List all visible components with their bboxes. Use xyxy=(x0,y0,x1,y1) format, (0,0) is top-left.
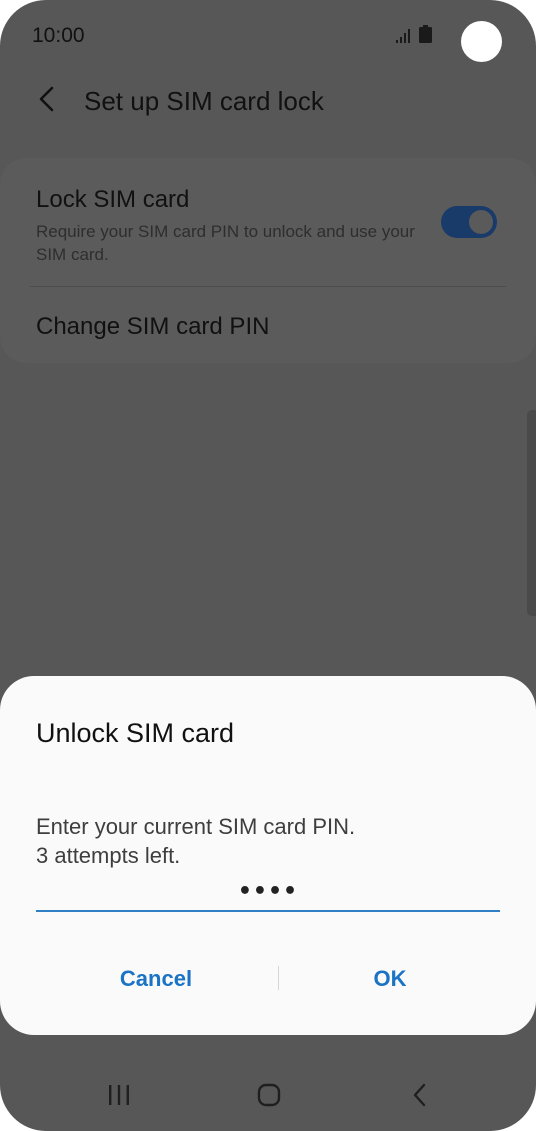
lock-sim-card-toggle[interactable] xyxy=(441,206,497,238)
lock-sim-card-title: Lock SIM card xyxy=(36,186,190,213)
phone-screen: 10:00 Set up SIM card lock Lock SIM card… xyxy=(0,0,536,1131)
back-button[interactable] xyxy=(30,84,64,118)
navigation-bar xyxy=(0,1058,536,1131)
dialog-title: Unlock SIM card xyxy=(36,718,235,748)
battery-icon xyxy=(419,25,432,43)
lock-sim-card-row[interactable]: Lock SIM card Require your SIM card PIN … xyxy=(0,158,536,286)
cancel-button[interactable]: Cancel xyxy=(56,952,256,1006)
camera-cutout xyxy=(461,21,502,62)
change-sim-pin-row[interactable]: Change SIM card PIN xyxy=(0,287,536,363)
button-divider xyxy=(278,966,279,990)
back-icon[interactable] xyxy=(410,1083,430,1107)
unlock-sim-dialog: Unlock SIM card Enter your current SIM c… xyxy=(0,676,536,1035)
recents-icon[interactable] xyxy=(104,1083,134,1107)
status-time: 10:00 xyxy=(32,24,85,47)
page-title: Set up SIM card lock xyxy=(84,86,324,116)
chevron-left-icon xyxy=(37,86,57,117)
change-sim-pin-label: Change SIM card PIN xyxy=(36,313,270,340)
pin-input[interactable] xyxy=(36,872,500,912)
lock-sim-card-description: Require your SIM card PIN to unlock and … xyxy=(36,222,415,264)
signal-icon xyxy=(396,29,412,43)
attempts-left-text: 3 attempts left. xyxy=(36,843,181,868)
toggle-knob xyxy=(467,208,495,236)
ok-button[interactable]: OK xyxy=(290,952,490,1006)
home-icon[interactable] xyxy=(257,1083,281,1107)
scroll-handle[interactable] xyxy=(527,410,536,616)
settings-card: Lock SIM card Require your SIM card PIN … xyxy=(0,158,536,363)
dialog-message-line: Enter your current SIM card PIN. xyxy=(36,814,356,839)
dialog-buttons: Cancel OK xyxy=(36,952,500,1006)
status-bar: 10:00 xyxy=(0,0,536,72)
dialog-message: Enter your current SIM card PIN. 3 attem… xyxy=(36,812,355,870)
